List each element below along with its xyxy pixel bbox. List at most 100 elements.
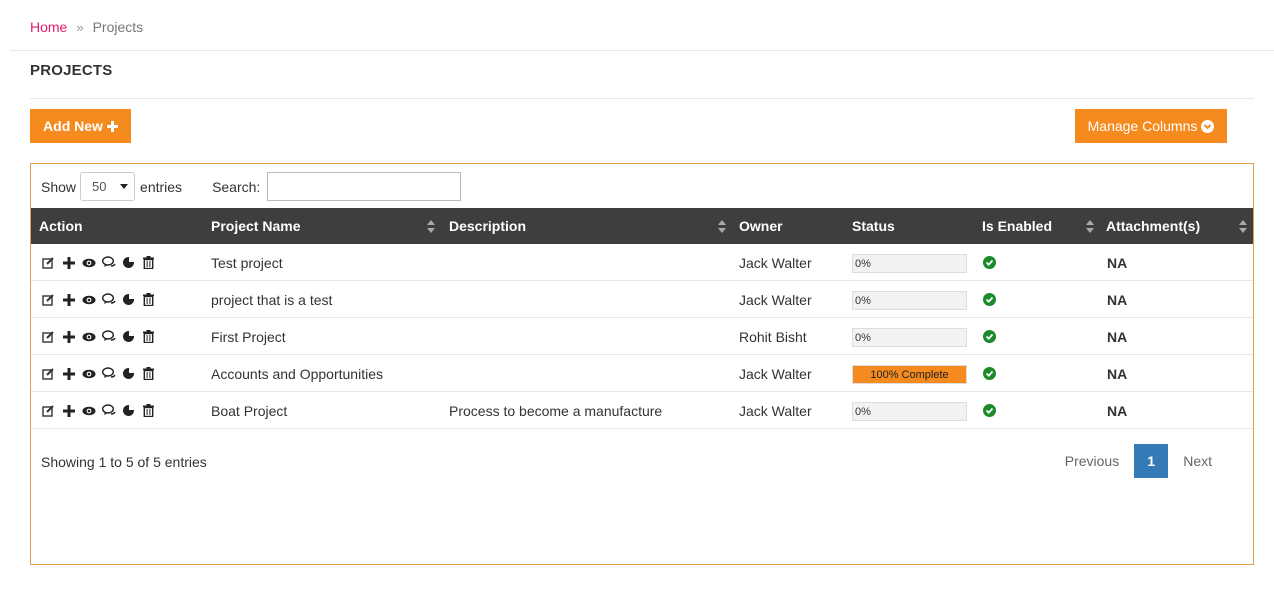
column-header-is-enabled[interactable]: Is Enabled bbox=[982, 208, 1052, 244]
status-progress-bar: 0% bbox=[852, 402, 967, 421]
project-name-cell: project that is a test bbox=[211, 291, 333, 308]
enabled-check-icon bbox=[983, 330, 996, 343]
page-1-button[interactable]: 1 bbox=[1134, 444, 1169, 478]
row-actions bbox=[41, 244, 156, 281]
plus-icon[interactable] bbox=[61, 329, 76, 344]
pie-chart-icon[interactable] bbox=[121, 255, 136, 270]
attachment-cell: NA bbox=[1107, 365, 1128, 382]
project-name-cell: Test project bbox=[211, 254, 283, 271]
table-controls: Show 50 entries Search: bbox=[41, 172, 462, 201]
table-row: project that is a test Jack Walter 0% NA bbox=[31, 281, 1253, 318]
breadcrumb-current: Projects bbox=[92, 19, 144, 35]
edit-icon[interactable] bbox=[41, 292, 56, 307]
row-actions bbox=[41, 355, 156, 392]
eye-icon[interactable] bbox=[81, 403, 96, 418]
column-header-project-name[interactable]: Project Name bbox=[211, 208, 300, 244]
status-progress-bar: 100% Complete bbox=[852, 365, 967, 384]
comments-icon[interactable] bbox=[101, 329, 116, 344]
entries-select[interactable]: 50 bbox=[80, 172, 136, 201]
table-row: Boat Project Process to become a manufact… bbox=[31, 392, 1253, 429]
owner-cell: Jack Walter bbox=[739, 402, 812, 419]
divider bbox=[30, 98, 1254, 99]
owner-cell: Rohit Bisht bbox=[739, 328, 807, 345]
breadcrumb-home-link[interactable]: Home bbox=[30, 19, 67, 35]
projects-table-panel: Show 50 entries Search: Action Project N… bbox=[30, 163, 1254, 565]
manage-columns-button[interactable]: Manage Columns bbox=[1075, 109, 1227, 143]
pie-chart-icon[interactable] bbox=[121, 403, 136, 418]
show-label: Show bbox=[41, 178, 77, 195]
comments-icon[interactable] bbox=[101, 292, 116, 307]
status-progress-bar: 0% bbox=[852, 328, 967, 347]
trash-icon[interactable] bbox=[141, 329, 156, 344]
breadcrumb-separator: » bbox=[76, 19, 84, 35]
enabled-check-icon bbox=[983, 367, 996, 380]
pie-chart-icon[interactable] bbox=[121, 292, 136, 307]
page-title: PROJECTS bbox=[30, 62, 113, 79]
enabled-check-icon bbox=[983, 256, 996, 269]
table-row: Accounts and Opportunities Jack Walter 100… bbox=[31, 355, 1253, 392]
row-actions bbox=[41, 392, 156, 429]
owner-cell: Jack Walter bbox=[739, 365, 812, 382]
attachment-cell: NA bbox=[1107, 328, 1128, 345]
project-name-cell: Accounts and Opportunities bbox=[211, 365, 383, 382]
column-header-status: Status bbox=[852, 218, 895, 234]
progress-label: 0% bbox=[855, 332, 871, 344]
owner-cell: Jack Walter bbox=[739, 291, 812, 308]
comments-icon[interactable] bbox=[101, 255, 116, 270]
plus-icon[interactable] bbox=[61, 366, 76, 381]
breadcrumb: Home » Projects bbox=[30, 19, 143, 35]
comments-icon[interactable] bbox=[101, 366, 116, 381]
pagination: Previous 1 Next bbox=[1050, 444, 1227, 478]
trash-icon[interactable] bbox=[141, 292, 156, 307]
trash-icon[interactable] bbox=[141, 403, 156, 418]
progress-label: 0% bbox=[855, 295, 871, 307]
next-page-button[interactable]: Next bbox=[1168, 453, 1227, 469]
sort-icon[interactable] bbox=[1239, 220, 1247, 234]
edit-icon[interactable] bbox=[41, 366, 56, 381]
add-new-label: Add New bbox=[43, 118, 103, 134]
edit-icon[interactable] bbox=[41, 255, 56, 270]
eye-icon[interactable] bbox=[81, 366, 96, 381]
pie-chart-icon[interactable] bbox=[121, 329, 136, 344]
plus-icon[interactable] bbox=[61, 292, 76, 307]
status-progress-bar: 0% bbox=[852, 291, 967, 310]
edit-icon[interactable] bbox=[41, 329, 56, 344]
plus-icon[interactable] bbox=[61, 403, 76, 418]
table-row: First Project Rohit Bisht 0% NA bbox=[31, 318, 1253, 355]
status-progress-bar: 0% bbox=[852, 254, 967, 273]
column-header-owner: Owner bbox=[739, 218, 783, 234]
plus-icon[interactable] bbox=[61, 255, 76, 270]
row-actions bbox=[41, 281, 156, 318]
edit-icon[interactable] bbox=[41, 403, 56, 418]
sort-icon[interactable] bbox=[1086, 220, 1094, 234]
previous-page-button[interactable]: Previous bbox=[1050, 453, 1134, 469]
column-header-description[interactable]: Description bbox=[449, 208, 526, 244]
row-actions bbox=[41, 318, 156, 355]
project-name-cell: First Project bbox=[211, 328, 286, 345]
enabled-check-icon bbox=[983, 404, 996, 417]
sort-icon[interactable] bbox=[427, 220, 435, 234]
sort-icon[interactable] bbox=[718, 220, 726, 234]
progress-label: 0% bbox=[855, 406, 871, 418]
trash-icon[interactable] bbox=[141, 255, 156, 270]
eye-icon[interactable] bbox=[81, 292, 96, 307]
search-input[interactable] bbox=[267, 172, 462, 201]
comments-icon[interactable] bbox=[101, 403, 116, 418]
column-header-action: Action bbox=[39, 218, 83, 234]
add-new-button[interactable]: Add New bbox=[30, 109, 131, 143]
table-row: Test project Jack Walter 0% NA bbox=[31, 244, 1253, 281]
trash-icon[interactable] bbox=[141, 366, 156, 381]
pie-chart-icon[interactable] bbox=[121, 366, 136, 381]
eye-icon[interactable] bbox=[81, 329, 96, 344]
chevron-circle-down-icon bbox=[1201, 119, 1215, 133]
table-info: Showing 1 to 5 of 5 entries bbox=[41, 454, 207, 470]
eye-icon[interactable] bbox=[81, 255, 96, 270]
table-header: Action Project Name Description Owner St… bbox=[31, 208, 1253, 244]
column-header-attachments[interactable]: Attachment(s) bbox=[1106, 208, 1200, 244]
entries-select-value: 50 bbox=[92, 179, 107, 194]
attachment-cell: NA bbox=[1107, 291, 1128, 308]
description-cell: Process to become a manufacture bbox=[449, 402, 663, 419]
project-name-cell: Boat Project bbox=[211, 402, 288, 419]
progress-label: 0% bbox=[855, 258, 871, 270]
plus-icon bbox=[106, 120, 118, 132]
